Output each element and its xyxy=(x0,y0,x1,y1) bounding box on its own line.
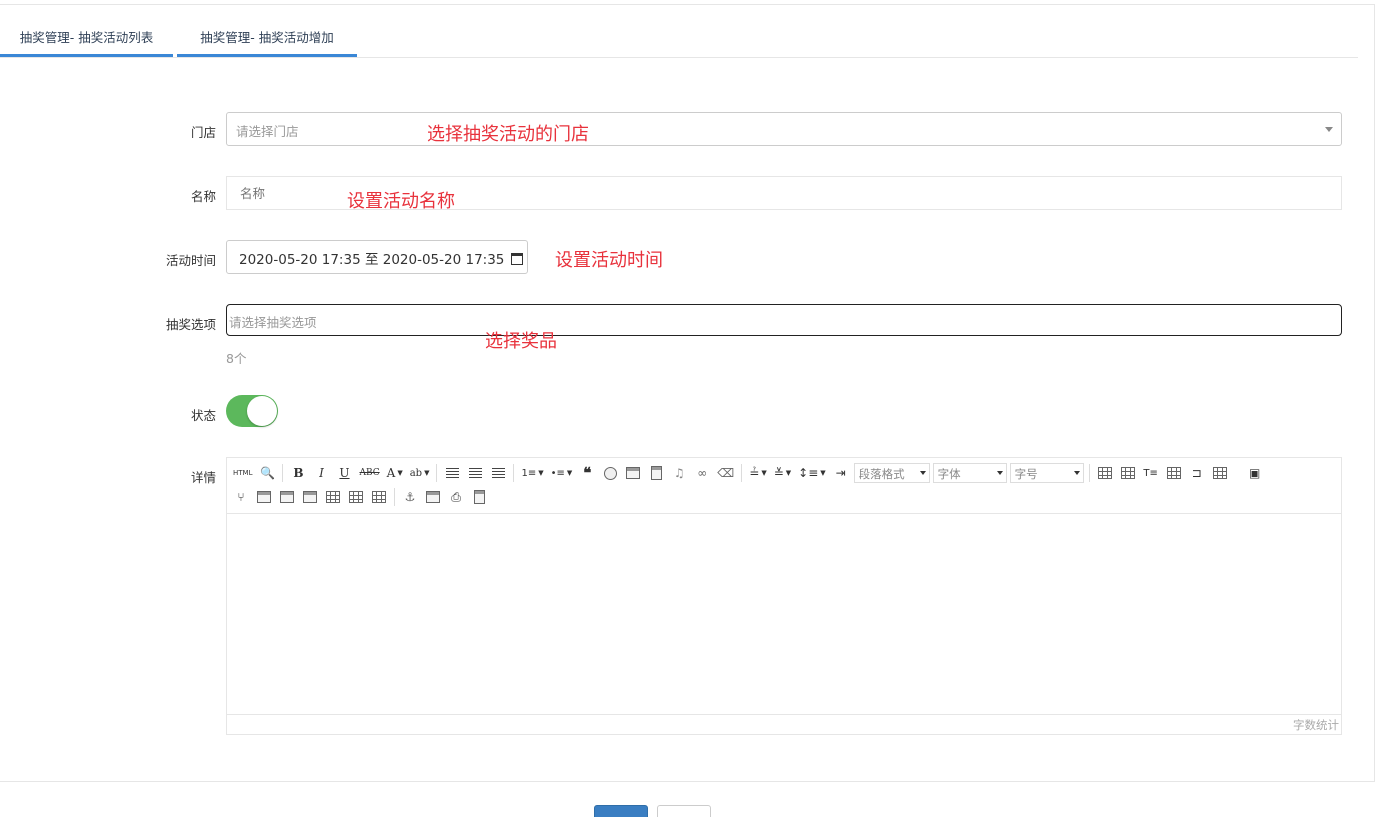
name-annotation: 设置活动名称 xyxy=(347,191,455,212)
status-label: 状态 xyxy=(190,408,216,423)
insert-title-icon[interactable]: T≡ xyxy=(1141,463,1161,483)
editor-footer: 字数统计 xyxy=(227,714,1341,734)
split-cells-icon[interactable] xyxy=(323,487,343,507)
align-right-icon[interactable] xyxy=(488,463,508,483)
store-select[interactable]: 请选择门店 xyxy=(226,112,1342,146)
merge-cells-icon[interactable] xyxy=(1210,463,1230,483)
toolbar-row-2: ⑂ ⚓ ⎙ xyxy=(231,486,492,508)
calendar-icon xyxy=(510,253,523,265)
italic-icon[interactable]: I xyxy=(311,463,331,483)
row-spacing-top-icon[interactable]: ≟ ▼ xyxy=(747,463,768,483)
font-size-label: 字号 xyxy=(1014,467,1038,481)
toolbar-separator xyxy=(513,464,515,482)
prize-label: 抽奖选项 xyxy=(165,317,216,332)
split-cols-icon[interactable] xyxy=(369,487,389,507)
split-rows-icon[interactable] xyxy=(346,487,366,507)
insert-col-icon[interactable]: ⊐ xyxy=(1187,463,1207,483)
font-family-dropdown[interactable]: 字体 xyxy=(932,463,1007,483)
fullscreen-icon[interactable]: ▣ xyxy=(1245,463,1265,483)
music-icon[interactable]: ♫ xyxy=(669,463,689,483)
delete-table-icon[interactable] xyxy=(254,487,274,507)
image-icon[interactable] xyxy=(623,463,643,483)
table-properties-icon[interactable] xyxy=(1118,463,1138,483)
font-family-label: 字体 xyxy=(937,467,961,481)
font-size-dropdown[interactable]: 字号 xyxy=(1009,463,1084,483)
paste-plain-icon[interactable] xyxy=(469,487,489,507)
status-toggle[interactable] xyxy=(226,395,278,427)
prize-placeholder: 请选择抽奖选项 xyxy=(229,315,317,330)
insert-para-before-icon[interactable] xyxy=(277,487,297,507)
insert-table-icon[interactable] xyxy=(1095,463,1115,483)
paragraph-format-label: 段落格式 xyxy=(858,467,905,481)
preview-icon[interactable]: 🔍 xyxy=(257,463,277,483)
rich-text-editor: HTML 🔍 B I U ABC A ▼ ab ▼ 1≡ ▼ •≡ ▼ ❝ ♫ ∞ ⌫ … xyxy=(226,457,1342,735)
print-icon[interactable]: ⎙ xyxy=(446,487,466,507)
store-placeholder: 请选择门店 xyxy=(236,124,299,139)
indent-icon[interactable]: ⇥ xyxy=(831,463,851,483)
caret-down-icon xyxy=(919,471,926,475)
blockquote-icon[interactable]: ❝ xyxy=(577,463,597,483)
align-left-icon[interactable] xyxy=(442,463,462,483)
toolbar-separator xyxy=(436,464,438,482)
toggle-knob xyxy=(247,396,277,426)
line-height-icon[interactable]: ↕≡ ▼ xyxy=(796,463,828,483)
video-icon[interactable] xyxy=(646,463,666,483)
caret-down-icon xyxy=(996,471,1003,475)
prize-count: 8个 xyxy=(226,351,247,366)
align-center-icon[interactable] xyxy=(465,463,485,483)
time-annotation: 设置活动时间 xyxy=(555,250,663,271)
tab-label: 抽奖管理- 抽奖活动增加 xyxy=(200,30,334,45)
top-border xyxy=(0,4,1375,5)
store-annotation: 选择抽奖活动的门店 xyxy=(427,124,589,145)
tab-label: 抽奖管理- 抽奖活动列表 xyxy=(19,30,154,45)
prize-select[interactable]: 请选择抽奖选项 xyxy=(226,304,1342,336)
paragraph-format-dropdown[interactable]: 段落格式 xyxy=(853,463,930,483)
editor-content-area[interactable] xyxy=(227,514,1341,714)
word-count: 字数统计 xyxy=(1293,718,1339,732)
tab-activity-list[interactable]: 抽奖管理- 抽奖活动列表 xyxy=(0,26,173,57)
insert-row-icon[interactable] xyxy=(1164,463,1184,483)
date-range-input[interactable]: 2020-05-20 17:35 至 2020-05-20 17:35 xyxy=(226,240,528,274)
caret-down-icon xyxy=(1073,471,1080,475)
date-range-value: 2020-05-20 17:35 至 2020-05-20 17:35 xyxy=(239,252,505,268)
insert-para-after-icon[interactable] xyxy=(300,487,320,507)
detail-label: 详情 xyxy=(190,470,216,485)
row-spacing-bottom-icon[interactable]: ≚ ▼ xyxy=(772,463,793,483)
time-label: 活动时间 xyxy=(165,253,216,268)
store-label: 门店 xyxy=(190,125,216,140)
strikethrough-icon[interactable]: ABC xyxy=(357,463,381,483)
underline-icon[interactable]: U xyxy=(334,463,354,483)
html-icon[interactable]: HTML xyxy=(231,463,254,483)
tab-bar: 抽奖管理- 抽奖活动列表 抽奖管理- 抽奖活动增加 xyxy=(0,14,1358,58)
eraser-icon[interactable]: ⌫ xyxy=(715,463,736,483)
emoticon-icon[interactable] xyxy=(600,463,620,483)
ordered-list-icon[interactable]: 1≡ ▼ xyxy=(519,463,545,483)
submit-button[interactable] xyxy=(594,805,648,817)
background-color-icon[interactable]: ab ▼ xyxy=(408,463,432,483)
footer-divider xyxy=(0,781,1375,782)
font-color-icon[interactable]: A ▼ xyxy=(385,463,405,483)
cancel-button[interactable] xyxy=(657,805,711,817)
toolbar-separator xyxy=(1088,464,1090,482)
editor-toolbar: HTML 🔍 B I U ABC A ▼ ab ▼ 1≡ ▼ •≡ ▼ ❝ ♫ ∞ ⌫ … xyxy=(227,458,1341,514)
prize-annotation: 选择奖品 xyxy=(485,331,557,352)
template-icon[interactable]: ⑂ xyxy=(231,487,251,507)
insert-frame-icon[interactable] xyxy=(423,487,443,507)
toolbar-row-1: HTML 🔍 B I U ABC A ▼ ab ▼ 1≡ ▼ •≡ ▼ ❝ ♫ ∞ ⌫ … xyxy=(231,462,1268,484)
caret-down-icon xyxy=(1325,127,1333,132)
bold-icon[interactable]: B xyxy=(288,463,308,483)
tab-activity-add[interactable]: 抽奖管理- 抽奖活动增加 xyxy=(177,26,357,57)
toolbar-separator xyxy=(741,464,743,482)
toolbar-separator xyxy=(282,464,284,482)
anchor-icon[interactable]: ⚓ xyxy=(400,487,420,507)
toolbar-separator xyxy=(394,488,395,506)
link-icon[interactable]: ∞ xyxy=(692,463,712,483)
name-label: 名称 xyxy=(190,189,216,204)
unordered-list-icon[interactable]: •≡ ▼ xyxy=(549,463,575,483)
